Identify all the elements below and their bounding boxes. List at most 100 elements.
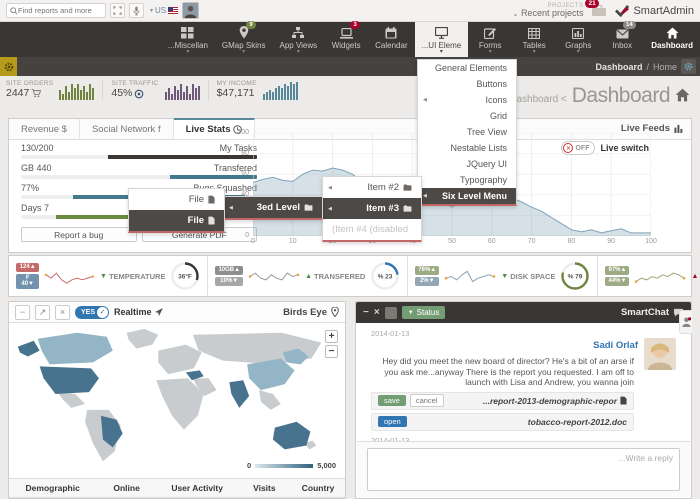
scale-gradient: [255, 464, 313, 468]
close-button[interactable]: ×: [55, 305, 70, 320]
gear-icon: [684, 62, 693, 71]
trend-up-icon: ▲: [305, 273, 312, 280]
y-tick-label: 80: [241, 150, 249, 157]
attachment-filename[interactable]: tobacco-report-2012.doc: [528, 417, 627, 427]
file-icon: [208, 216, 215, 225]
nav-item-tables[interactable]: Tables▾: [512, 22, 556, 57]
menu-item-icons[interactable]: ◀Icons: [418, 92, 516, 108]
menu-item-grid[interactable]: Grid: [418, 108, 516, 124]
third-level-submenu: ◀3ed Level: [223, 196, 323, 220]
menu-item-3[interactable]: ◀Item #3: [323, 198, 421, 219]
tab-revenue[interactable]: Revenue $: [9, 119, 80, 139]
progress-bar: [21, 175, 257, 179]
gauge-chart: 36°F: [170, 261, 200, 291]
menu-item-3ed-level[interactable]: ◀3ed Level: [224, 197, 322, 218]
sparkbar-chart: [165, 82, 200, 100]
chat-color-button[interactable]: [385, 307, 397, 319]
expand-button[interactable]: ↗: [35, 305, 50, 320]
close-button[interactable]: ×: [374, 307, 380, 318]
reply-input[interactable]: [367, 448, 680, 491]
stat-badge: F 40▼: [16, 274, 39, 289]
live-feed-strip: 124▲ F 40▼ ▼TEMPERATURE 36°F 10GB▲ 10%▼ …: [8, 255, 692, 297]
fullscreen-button[interactable]: [110, 3, 125, 18]
sparkline-chart: [248, 265, 300, 287]
menu-item-2[interactable]: ◀Item #2: [323, 177, 421, 198]
report-bug-button[interactable]: Report a bug: [21, 227, 137, 242]
sparkline-chart: [444, 265, 496, 287]
world-map[interactable]: + − 0 5,000: [10, 324, 344, 474]
breadcrumb: Dashboard / Home: [595, 59, 700, 74]
stat-value: 77%: [21, 183, 39, 193]
collapse-button[interactable]: −: [363, 307, 369, 318]
nav-item-graphs[interactable]: Graphs▾: [556, 22, 600, 57]
nav-item-forms[interactable]: Forms▾: [468, 22, 512, 57]
chat-users-tab[interactable]: [679, 310, 692, 334]
column-header[interactable]: User Activity: [157, 483, 238, 493]
menu-item-nestable-lists[interactable]: Nestable Lists: [418, 140, 516, 156]
feed-card-transfered: 10GB▲ 10%▼ ▲TRANSFERED % 23: [208, 256, 408, 296]
feed-label: DISK SPACE: [510, 272, 555, 281]
scale-min: 0: [247, 461, 251, 470]
nav-item-widgets[interactable]: 3 Widgets: [324, 22, 368, 57]
status-dropdown-button[interactable]: ▼ Status: [402, 306, 446, 319]
feed-card-server-load: 97%▲ 44%▼ ▲SERVER LOAD % 33: [598, 256, 700, 296]
layout-settings-button[interactable]: [0, 57, 17, 76]
folder-icon: [403, 205, 412, 212]
realtime-toggle[interactable]: YES ✓: [75, 306, 109, 319]
tab-social-network[interactable]: Social Network f: [80, 119, 174, 139]
collapse-button[interactable]: −: [15, 305, 30, 320]
message-sender[interactable]: Sadi Orlaf: [593, 340, 638, 351]
gmap-badge: 9: [246, 21, 255, 29]
map-zoom-out-button[interactable]: −: [325, 345, 338, 358]
stat-row-transfered: GB 440Transfered: [21, 163, 257, 183]
menu-item-file[interactable]: File: [129, 189, 224, 210]
breadcrumb-page[interactable]: Home: [653, 62, 677, 72]
nav-item-calendar[interactable]: Calendar: [368, 22, 414, 57]
column-header[interactable]: Country: [291, 483, 345, 493]
voice-command-button[interactable]: [129, 3, 144, 18]
cancel-button[interactable]: cancel: [410, 394, 444, 407]
breadcrumb-current[interactable]: Dashboard: [595, 62, 642, 72]
y-tick-label: 60: [241, 170, 249, 177]
language-selector[interactable]: ▾ US: [150, 6, 178, 15]
attachment-filename[interactable]: ...report-2013-demographic-repor: [483, 396, 627, 406]
open-button[interactable]: open: [378, 416, 407, 427]
nav-item-gmap-skins[interactable]: 9 GMap Skins▾: [215, 22, 273, 57]
menu-item-buttons[interactable]: Buttons: [418, 76, 516, 92]
nav-item-miscellaneous[interactable]: ...Miscellan▾: [161, 22, 215, 57]
user-avatar[interactable]: [182, 2, 199, 19]
stat-badge: 124▲: [16, 263, 39, 272]
projects-briefcase-button[interactable]: 21: [591, 4, 607, 17]
map-zoom-in-button[interactable]: +: [325, 330, 338, 343]
menu-item-typography[interactable]: Typography: [418, 172, 516, 188]
nav-item-inbox[interactable]: 14 Inbox: [600, 22, 644, 57]
column-header[interactable]: Visits: [237, 483, 291, 493]
x-tick-label: 0: [251, 238, 255, 245]
stat-site-traffic: SITE TRAFFIC 45%: [103, 80, 208, 100]
brand-name: SmartAdmin: [633, 5, 694, 17]
bar-chart-icon: [572, 28, 584, 39]
nav-item-dashboard[interactable]: Dashboard: [644, 22, 700, 57]
recent-projects-label: ⌄ Recent projects: [513, 9, 584, 18]
submenu-arrow-icon: ◀: [423, 193, 427, 199]
menu-item-file[interactable]: File: [129, 210, 224, 231]
chat-messages[interactable]: 2014-01-13 Sadi Orlaf Hey did you meet t…: [357, 324, 690, 442]
live-switch-toggle[interactable]: ✕ OFF: [561, 141, 595, 155]
menu-item-six-level-menu[interactable]: ◀Six Level Menu: [418, 188, 516, 204]
column-header[interactable]: Online: [96, 483, 156, 493]
dashboard-settings-button[interactable]: [681, 59, 696, 74]
search-box[interactable]: [6, 3, 106, 18]
nav-item-app-views[interactable]: App Views▾: [273, 22, 325, 57]
home-icon: [675, 88, 690, 102]
column-header[interactable]: Demographic: [9, 483, 96, 493]
menu-item-general-elements[interactable]: General Elements: [418, 60, 516, 76]
search-input[interactable]: [18, 6, 98, 15]
bar-chart-icon: [674, 124, 683, 133]
y-tick-label: 100: [237, 129, 249, 136]
feed-card-disk-space: 76%▲ 2%▼ ▼DISK SPACE % 79: [408, 256, 598, 296]
nav-item-ui-elements[interactable]: ...UI Eleme▾: [415, 22, 469, 57]
save-button[interactable]: save: [378, 395, 406, 406]
menu-item-tree-view[interactable]: Tree View: [418, 124, 516, 140]
menu-item-jquery-ui[interactable]: JQuery UI: [418, 156, 516, 172]
recent-projects-dropdown[interactable]: PROJECTS ⌄ Recent projects: [513, 3, 584, 18]
